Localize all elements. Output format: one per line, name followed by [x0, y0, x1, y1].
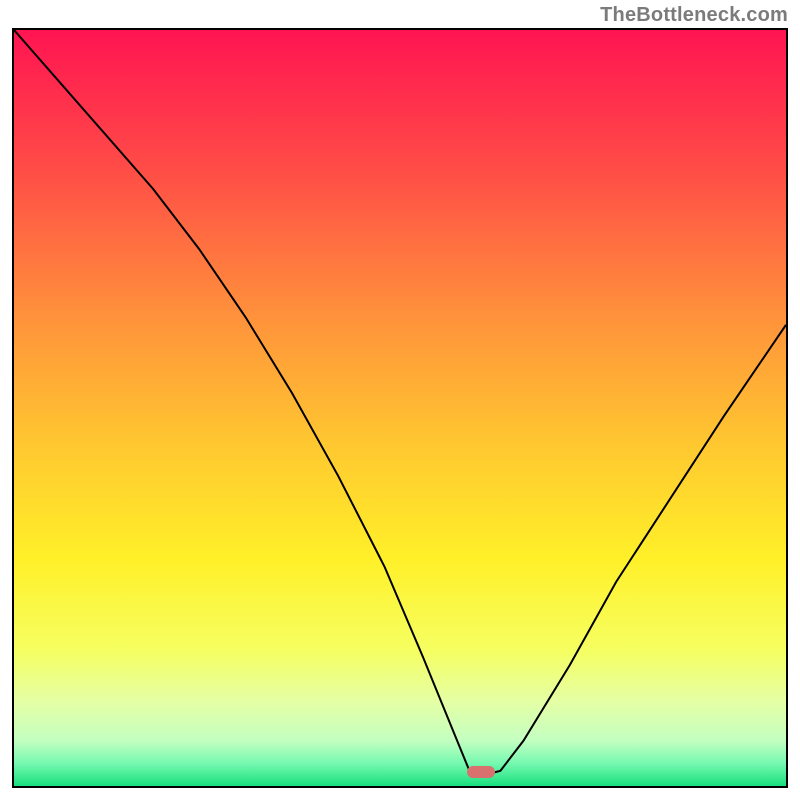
watermark-text: TheBottleneck.com	[600, 4, 788, 27]
chart-frame	[12, 28, 788, 788]
optimal-point-marker	[467, 766, 495, 778]
heat-gradient-background	[14, 30, 786, 786]
